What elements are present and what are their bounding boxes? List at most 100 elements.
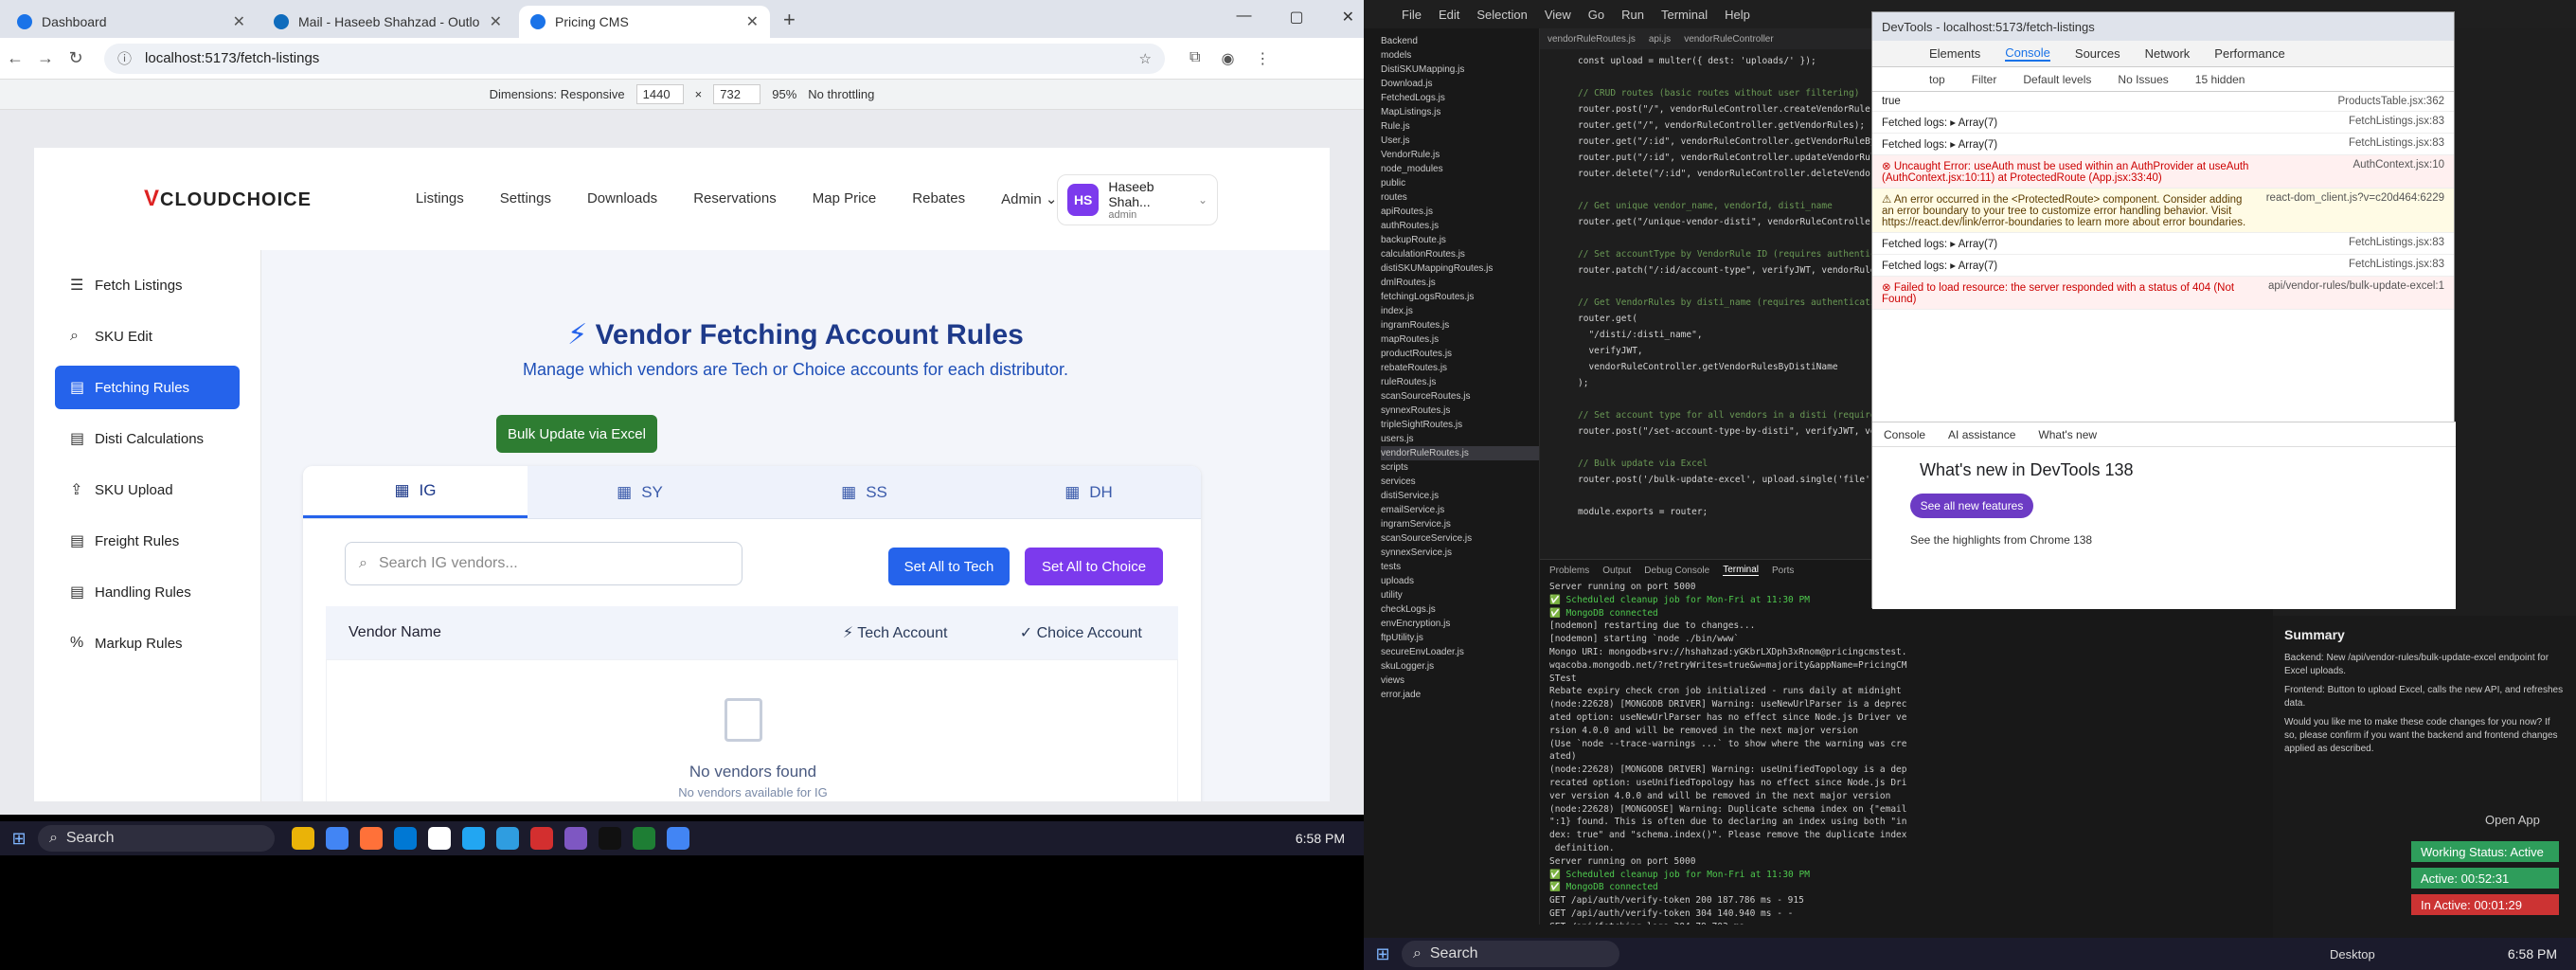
menu-run[interactable]: Run bbox=[1621, 8, 1644, 22]
vendor-search-input[interactable]: ⌕ Search IG vendors... bbox=[345, 542, 742, 585]
file-tree-item[interactable]: ruleRoutes.js bbox=[1381, 375, 1539, 389]
app-icon[interactable] bbox=[599, 827, 621, 850]
file-tree-item[interactable]: tests bbox=[1381, 560, 1539, 574]
file-tree-item[interactable]: Backend bbox=[1381, 34, 1539, 48]
tab-sy[interactable]: ▦ SY bbox=[528, 466, 752, 518]
panel-tab-debug-console[interactable]: Debug Console bbox=[1644, 566, 1709, 576]
taskbar-search[interactable]: ⌕ Search bbox=[38, 825, 275, 852]
nav-link-admin[interactable]: Admin ⌄ bbox=[1001, 190, 1057, 207]
nav-link-map-price[interactable]: Map Price bbox=[813, 190, 877, 207]
nav-link-reservations[interactable]: Reservations bbox=[693, 190, 777, 207]
file-tree-item[interactable]: models bbox=[1381, 48, 1539, 63]
sidebar-item-fetching-rules[interactable]: ▤ Fetching Rules bbox=[55, 366, 240, 409]
file-tree-item[interactable]: calculationRoutes.js bbox=[1381, 247, 1539, 261]
file-tree-item[interactable]: mapRoutes.js bbox=[1381, 332, 1539, 347]
app-icon[interactable] bbox=[428, 827, 451, 850]
sidebar-item-handling-rules[interactable]: ▤ Handling Rules bbox=[55, 570, 240, 614]
throttle-select[interactable]: No throttling bbox=[808, 87, 874, 101]
url-input[interactable]: ⓘ localhost:5173/fetch-listings ☆ bbox=[104, 43, 1165, 74]
drawer-tab[interactable]: What's new bbox=[2038, 428, 2097, 441]
close-tab-icon[interactable]: ✕ bbox=[746, 12, 759, 31]
file-tree-item[interactable]: distiSKUMappingRoutes.js bbox=[1381, 261, 1539, 276]
nav-link-settings[interactable]: Settings bbox=[500, 190, 551, 207]
filter-item[interactable]: Default levels bbox=[2023, 73, 2091, 86]
file-tree-item[interactable]: emailService.js bbox=[1381, 503, 1539, 517]
file-tree-item[interactable]: productRoutes.js bbox=[1381, 347, 1539, 361]
file-tree-item[interactable]: ingramRoutes.js bbox=[1381, 318, 1539, 332]
app-icon[interactable] bbox=[496, 827, 519, 850]
zoom-select[interactable]: 95% bbox=[772, 87, 796, 101]
file-tree-item[interactable]: public bbox=[1381, 176, 1539, 190]
bulk-update-excel-button[interactable]: Bulk Update via Excel bbox=[496, 415, 657, 453]
maximize-icon[interactable]: ▢ bbox=[1289, 8, 1303, 27]
file-tree-item[interactable]: distiService.js bbox=[1381, 489, 1539, 503]
file-tree-item[interactable]: authRoutes.js bbox=[1381, 219, 1539, 233]
file-tree-item[interactable]: error.jade bbox=[1381, 688, 1539, 702]
browser-tab[interactable]: Pricing CMS ✕ bbox=[519, 6, 770, 38]
file-tree-item[interactable]: MapListings.js bbox=[1381, 105, 1539, 119]
taskbar-search[interactable]: ⌕ Search bbox=[1402, 941, 1619, 967]
file-tree-item[interactable]: routes bbox=[1381, 190, 1539, 205]
site-info-icon[interactable]: ⓘ bbox=[117, 48, 132, 68]
file-tree-item[interactable]: synnexRoutes.js bbox=[1381, 404, 1539, 418]
panel-tab-ports[interactable]: Ports bbox=[1772, 566, 1794, 576]
browser-tab[interactable]: Dashboard ✕ bbox=[6, 6, 257, 38]
sidebar-item-disti-calculations[interactable]: ▤ Disti Calculations bbox=[55, 417, 240, 460]
file-tree-item[interactable]: node_modules bbox=[1381, 162, 1539, 176]
devtools-tab-elements[interactable]: Elements bbox=[1929, 46, 1980, 61]
back-icon[interactable]: ← bbox=[0, 48, 30, 68]
menu-terminal[interactable]: Terminal bbox=[1661, 8, 1708, 22]
file-tree-item[interactable]: envEncryption.js bbox=[1381, 617, 1539, 631]
desktop-label[interactable]: Desktop bbox=[2330, 947, 2375, 961]
file-tree-item[interactable]: uploads bbox=[1381, 574, 1539, 588]
file-explorer-icon[interactable] bbox=[292, 827, 314, 850]
editor-tab[interactable]: vendorRuleController bbox=[1684, 34, 1774, 45]
file-tree-item[interactable]: vendorRuleRoutes.js bbox=[1381, 446, 1539, 460]
console-source-link[interactable]: FetchListings.jsx:83 bbox=[2349, 116, 2444, 129]
file-tree-item[interactable]: users.js bbox=[1381, 432, 1539, 446]
height-input[interactable]: 732 bbox=[713, 84, 761, 104]
tab-ig[interactable]: ▦ IG bbox=[303, 466, 528, 518]
app-icon[interactable] bbox=[394, 827, 417, 850]
file-tree-item[interactable]: scripts bbox=[1381, 460, 1539, 475]
sidebar-item-fetch-listings[interactable]: ☰ Fetch Listings bbox=[55, 263, 240, 307]
file-tree-item[interactable]: ingramService.js bbox=[1381, 517, 1539, 531]
file-tree-item[interactable]: secureEnvLoader.js bbox=[1381, 645, 1539, 659]
browser-tab[interactable]: Mail - Haseeb Shahzad - Outlo ✕ bbox=[262, 6, 513, 38]
file-tree-item[interactable]: fetchingLogsRoutes.js bbox=[1381, 290, 1539, 304]
devtools-tab-console[interactable]: Console bbox=[2005, 45, 2050, 62]
highlight-text[interactable]: See the highlights from Chrome 138 bbox=[1910, 533, 2456, 547]
sidebar-item-sku-upload[interactable]: ⇪ SKU Upload bbox=[55, 468, 240, 512]
console-source-link[interactable]: ProductsTable.jsx:362 bbox=[2337, 96, 2444, 107]
menu-icon[interactable]: ⋮ bbox=[1255, 49, 1270, 68]
open-app-button[interactable]: Open App bbox=[2485, 813, 2540, 827]
set-all-tech-button[interactable]: Set All to Tech bbox=[888, 548, 1010, 585]
editor-tab[interactable]: api.js bbox=[1649, 34, 1671, 45]
extensions-icon[interactable]: ⧉ bbox=[1190, 49, 1200, 68]
file-tree-item[interactable]: apiRoutes.js bbox=[1381, 205, 1539, 219]
file-tree-item[interactable]: VendorRule.js bbox=[1381, 148, 1539, 162]
file-tree-item[interactable]: FetchedLogs.js bbox=[1381, 91, 1539, 105]
excel-icon[interactable] bbox=[633, 827, 655, 850]
file-tree-item[interactable]: scanSourceService.js bbox=[1381, 531, 1539, 546]
dimensions-select[interactable]: Dimensions: Responsive bbox=[490, 87, 625, 101]
firefox-icon[interactable] bbox=[360, 827, 383, 850]
set-all-choice-button[interactable]: Set All to Choice bbox=[1025, 548, 1163, 585]
menu-view[interactable]: View bbox=[1545, 8, 1571, 22]
profile-icon[interactable]: ◉ bbox=[1221, 49, 1234, 68]
user-menu[interactable]: HS Haseeb Shah... admin ⌄ bbox=[1057, 174, 1218, 225]
filter-item[interactable]: top bbox=[1929, 73, 1945, 86]
chrome-icon[interactable] bbox=[326, 827, 349, 850]
brand-logo[interactable]: VCLOUDCHOICE bbox=[144, 186, 312, 212]
console-source-link[interactable]: AuthContext.jsx:10 bbox=[2352, 159, 2444, 184]
devtools-tab-network[interactable]: Network bbox=[2145, 46, 2191, 61]
nav-link-listings[interactable]: Listings bbox=[416, 190, 464, 207]
file-tree-item[interactable]: skuLogger.js bbox=[1381, 659, 1539, 674]
menu-go[interactable]: Go bbox=[1588, 8, 1604, 22]
forward-icon[interactable]: → bbox=[30, 48, 61, 68]
menu-selection[interactable]: Selection bbox=[1476, 8, 1527, 22]
sidebar-item-markup-rules[interactable]: % Markup Rules bbox=[55, 621, 240, 665]
tab-ss[interactable]: ▦ SS bbox=[752, 466, 976, 518]
menu-help[interactable]: Help bbox=[1725, 8, 1750, 22]
file-tree-item[interactable]: Download.js bbox=[1381, 77, 1539, 91]
